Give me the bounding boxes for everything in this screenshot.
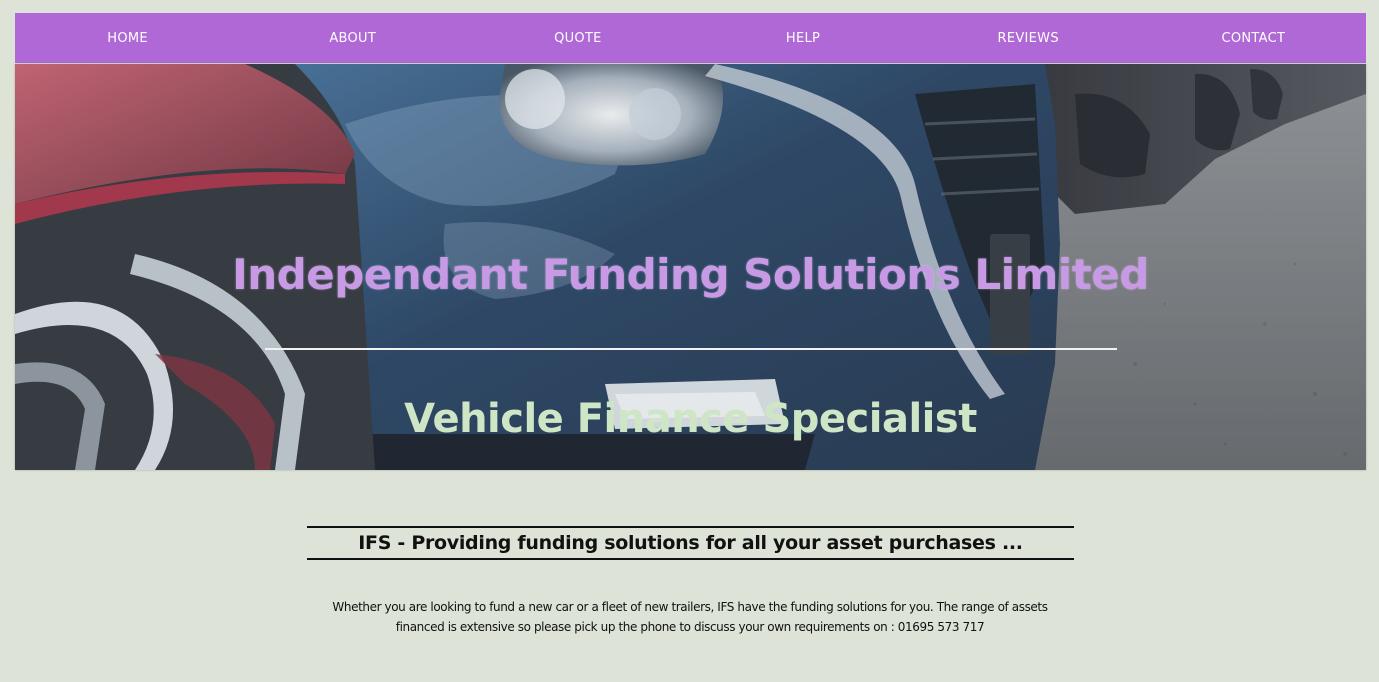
- nav-help-link[interactable]: HELP: [691, 31, 916, 46]
- hero-subtitle: Vehicle Finance Specialist: [404, 396, 977, 442]
- nav-about-link[interactable]: ABOUT: [240, 31, 465, 46]
- headline-box: IFS - Providing funding solutions for al…: [307, 526, 1074, 560]
- nav-quote-link[interactable]: QUOTE: [465, 31, 690, 46]
- hero-divider: [265, 348, 1117, 350]
- hero-banner: Independant Funding Solutions Limited Ve…: [15, 64, 1366, 470]
- intro-line-2: financed is extensive so please pick up …: [395, 620, 985, 634]
- intro-paragraph: Whether you are looking to fund a new ca…: [290, 597, 1090, 637]
- nav-reviews-link[interactable]: REVIEWS: [916, 31, 1141, 46]
- hero-title: Independant Funding Solutions Limited: [232, 250, 1149, 299]
- main-navbar: HOME ABOUT QUOTE HELP REVIEWS CONTACT: [15, 13, 1366, 63]
- intro-line-1: Whether you are looking to fund a new ca…: [332, 600, 1048, 614]
- section-headline: IFS - Providing funding solutions for al…: [358, 532, 1023, 554]
- nav-contact-link[interactable]: CONTACT: [1141, 31, 1366, 46]
- nav-home-link[interactable]: HOME: [15, 31, 240, 46]
